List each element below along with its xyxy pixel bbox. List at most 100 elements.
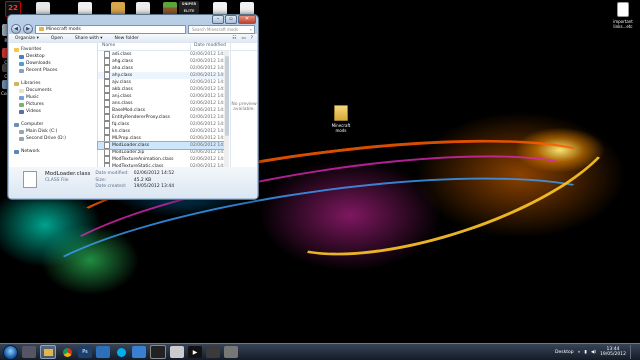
nav-favorites[interactable]: Favorites: [9, 46, 97, 53]
share-with-button[interactable]: Share with ▾: [75, 36, 103, 41]
nav-documents[interactable]: Documents: [9, 87, 97, 94]
organize-button[interactable]: Organize ▾: [15, 36, 39, 41]
desktop-icon-label: important links...etc: [613, 19, 633, 29]
navigation-pane: Favorites Desktop Downloads Recent Place…: [9, 43, 98, 170]
file-icon: [104, 149, 110, 156]
network-tray-icon[interactable]: ▮: [584, 350, 586, 355]
skype-icon[interactable]: [114, 346, 128, 358]
clock[interactable]: 13:44 19/05/2012: [600, 347, 626, 357]
file-icon: [104, 72, 110, 79]
nav-second-drive[interactable]: Second Drive (D:): [9, 135, 97, 142]
file-name: ajv.class: [98, 79, 187, 86]
close-button[interactable]: ✕: [238, 15, 256, 24]
file-icon: [104, 156, 110, 163]
nav-network[interactable]: Network: [9, 148, 97, 155]
file-row[interactable]: fq.class 02/06/2012 14:4: [98, 121, 224, 128]
file-row[interactable]: aha.class 02/06/2012 14:4: [98, 65, 224, 72]
column-name[interactable]: Name: [98, 43, 190, 50]
tray-arrow-icon[interactable]: »: [578, 350, 581, 355]
scrollbar-thumb[interactable]: [224, 56, 229, 136]
music-icon: [19, 95, 24, 100]
file-row[interactable]: ModLoader.class 02/06/2012 14:4: [97, 141, 225, 150]
ps-icon[interactable]: Ps: [78, 346, 92, 358]
preview-pane: No preview available.: [230, 43, 257, 170]
file-row[interactable]: akb.class 02/06/2012 14:4: [98, 86, 224, 93]
file-row[interactable]: MLProp.class 02/06/2012 14:4: [98, 135, 224, 142]
window-body: Favorites Desktop Downloads Recent Place…: [9, 43, 257, 170]
taskbar-app-button[interactable]: [96, 346, 110, 358]
file-row[interactable]: ahg.class 02/06/2012 14:4: [98, 58, 224, 65]
volume-icon[interactable]: ◀): [591, 350, 596, 355]
file-name: aha.class: [98, 65, 187, 72]
file-date: 02/06/2012 14:4: [190, 52, 224, 57]
address-bar[interactable]: Minecraft mods: [35, 24, 186, 34]
file-date: 02/06/2012 14:4: [190, 73, 224, 78]
file-row[interactable]: BaseMod.class 02/06/2012 14:4: [98, 107, 224, 114]
nav-label: Second Drive (D:): [26, 136, 66, 141]
views-icon[interactable]: ☷: [232, 36, 236, 41]
recent-places-icon: [19, 68, 24, 73]
taskbar-app-button[interactable]: [170, 346, 184, 358]
taskbar-app-button[interactable]: [22, 346, 36, 358]
nav-label: Favorites: [21, 47, 42, 52]
nav-pictures[interactable]: Pictures: [9, 101, 97, 108]
taskbar-app-button[interactable]: [132, 346, 146, 358]
open-button[interactable]: Open: [51, 36, 63, 41]
search-input[interactable]: Search Minecraft mods ⌕: [188, 24, 255, 34]
preview-pane-icon[interactable]: ▭: [241, 36, 245, 41]
file-date: 02/06/2012 14:4: [190, 94, 224, 99]
minimize-button[interactable]: –: [212, 15, 224, 24]
detail-created: 19/05/2012 13:44: [133, 184, 175, 189]
file-row[interactable]: anj.class 02/06/2012 14:4: [98, 93, 224, 100]
file-name: EntityRendererProxy.class: [98, 114, 187, 121]
maximize-button[interactable]: ▫: [225, 15, 237, 24]
file-date: 02/06/2012 14:4: [190, 129, 224, 134]
file-row[interactable]: ans.class 02/06/2012 14:4: [98, 100, 224, 107]
file-row[interactable]: EntityRendererProxy.class 02/06/2012 14:4: [98, 114, 224, 121]
file-row[interactable]: ajv.class 02/06/2012 14:4: [98, 79, 224, 86]
explorer-window[interactable]: – ▫ ✕ ◀ ▶ Minecraft mods Search Minecraf…: [7, 14, 259, 200]
new-folder-button[interactable]: New folder: [115, 36, 139, 41]
taskbar-app-button[interactable]: [224, 346, 238, 358]
nav-libraries[interactable]: Libraries: [9, 80, 97, 87]
column-date-modified[interactable]: Date modified: [190, 43, 232, 50]
vertical-scrollbar[interactable]: [224, 51, 229, 170]
title-bar[interactable]: – ▫ ✕: [8, 15, 258, 24]
file-name-text: ModLoader.class: [112, 143, 150, 148]
nav-computer[interactable]: Computer: [9, 121, 97, 128]
file-name: BaseMod.class: [98, 107, 187, 114]
file-icon: [104, 107, 110, 114]
detail-created-label: Date created:: [95, 184, 127, 189]
taskbar-app-button[interactable]: [206, 346, 220, 358]
detail-size: 45.2 KB: [133, 178, 152, 183]
file-date: 02/06/2012 14:4: [190, 115, 224, 120]
desktop-toolbar-label[interactable]: Desktop: [555, 350, 574, 355]
detail-size-label: Size:: [95, 178, 107, 183]
nav-label: Recent Places: [26, 68, 58, 73]
nav-recent-places[interactable]: Recent Places: [9, 67, 97, 74]
file-row[interactable]: ahy.class 02/06/2012 14:4: [98, 72, 224, 79]
minecraft-mods-folder-icon[interactable]: Minecraft mods: [329, 105, 353, 133]
forward-button[interactable]: ▶: [23, 24, 33, 34]
file-row[interactable]: adi.class 02/06/2012 14:4: [98, 51, 224, 58]
chrome-icon[interactable]: [60, 346, 74, 358]
nav-videos[interactable]: Videos: [9, 108, 97, 115]
file-row[interactable]: kn.class 02/06/2012 14:4: [98, 128, 224, 135]
videos-icon: [19, 109, 24, 114]
start-button[interactable]: [3, 344, 18, 360]
file-name: fq.class: [98, 121, 187, 128]
taskbar-app-button[interactable]: [150, 345, 166, 359]
taskbar-explorer-button[interactable]: [40, 345, 56, 359]
nav-main-disk[interactable]: Main Disk (C:): [9, 128, 97, 135]
nav-desktop[interactable]: Desktop: [9, 53, 97, 60]
nav-music[interactable]: Music: [9, 94, 97, 101]
back-button[interactable]: ◀: [11, 24, 21, 34]
file-row[interactable]: ModLoader.zip 02/06/2012 14:4: [98, 149, 224, 156]
file-name: ahy.class: [98, 72, 187, 79]
help-icon[interactable]: ?: [251, 36, 253, 41]
nav-downloads[interactable]: Downloads: [9, 60, 97, 67]
media-player-icon[interactable]: ▶: [188, 346, 202, 358]
show-desktop-button[interactable]: [630, 345, 637, 359]
file-row[interactable]: ModTextureAnimation.class 02/06/2012 14:4: [98, 156, 224, 163]
important-links-icon[interactable]: important links...etc: [608, 2, 638, 29]
